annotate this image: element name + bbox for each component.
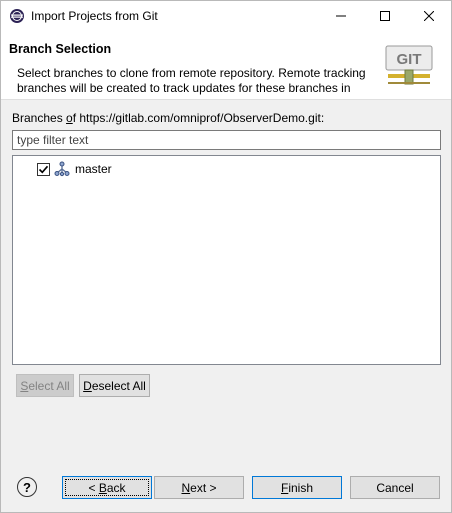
next-mnemonic: N — [181, 480, 191, 495]
import-projects-dialog: Import Projects from Git Branch Selectio… — [0, 0, 452, 513]
finish-button[interactable]: Finish — [252, 476, 342, 499]
minimize-button[interactable] — [319, 1, 363, 31]
help-icon: ? — [23, 479, 31, 495]
next-label: ext > — [190, 480, 217, 495]
back-button[interactable]: < Back — [62, 476, 152, 499]
select-all-button[interactable]: Select All — [16, 374, 74, 397]
branches-label-rest: f https://gitlab.com/omniprof/ObserverDe… — [72, 111, 325, 125]
maximize-button[interactable] — [363, 1, 407, 31]
branch-checkbox[interactable] — [37, 162, 50, 176]
svg-text:GIT: GIT — [397, 51, 422, 68]
close-button[interactable] — [407, 1, 451, 31]
select-all-mnemonic: S — [20, 378, 29, 393]
git-branch-icon — [54, 161, 70, 177]
finish-mnemonic: F — [280, 480, 289, 495]
branch-name: master — [75, 162, 112, 176]
help-button[interactable]: ? — [17, 477, 37, 497]
cancel-button[interactable]: Cancel — [350, 476, 440, 499]
page-description: Select branches to clone from remote rep… — [17, 66, 366, 95]
window-title: Import Projects from Git — [31, 9, 158, 23]
branches-label-prefix: Branches — [12, 111, 67, 125]
next-button[interactable]: Next > — [154, 476, 244, 499]
select-all-label: elect All — [28, 378, 70, 393]
cancel-label: Cancel — [376, 480, 414, 495]
checkmark-icon — [38, 165, 49, 173]
maximize-icon — [380, 11, 390, 21]
finish-label: inish — [288, 480, 314, 495]
git-logo-icon: GIT — [385, 45, 433, 85]
eclipse-app-icon — [10, 9, 24, 23]
title-bar[interactable]: Import Projects from Git — [1, 1, 451, 31]
page-title: Branch Selection — [9, 42, 112, 56]
deselect-all-label: eselect All — [91, 378, 146, 393]
deselect-all-button[interactable]: Deselect All — [79, 374, 150, 397]
wizard-banner: Branch Selection Select branches to clon… — [1, 31, 451, 100]
minimize-icon — [336, 15, 346, 17]
branch-filter-input[interactable] — [12, 130, 441, 150]
focus-ring — [65, 479, 149, 496]
close-icon — [424, 11, 434, 21]
branch-item-master[interactable]: master — [37, 160, 112, 178]
branches-label-mnemonic: o — [66, 111, 73, 125]
branches-label: Branches of https://gitlab.com/omniprof/… — [12, 111, 324, 125]
deselect-all-mnemonic: D — [83, 378, 92, 393]
branch-list[interactable]: master — [12, 155, 441, 365]
